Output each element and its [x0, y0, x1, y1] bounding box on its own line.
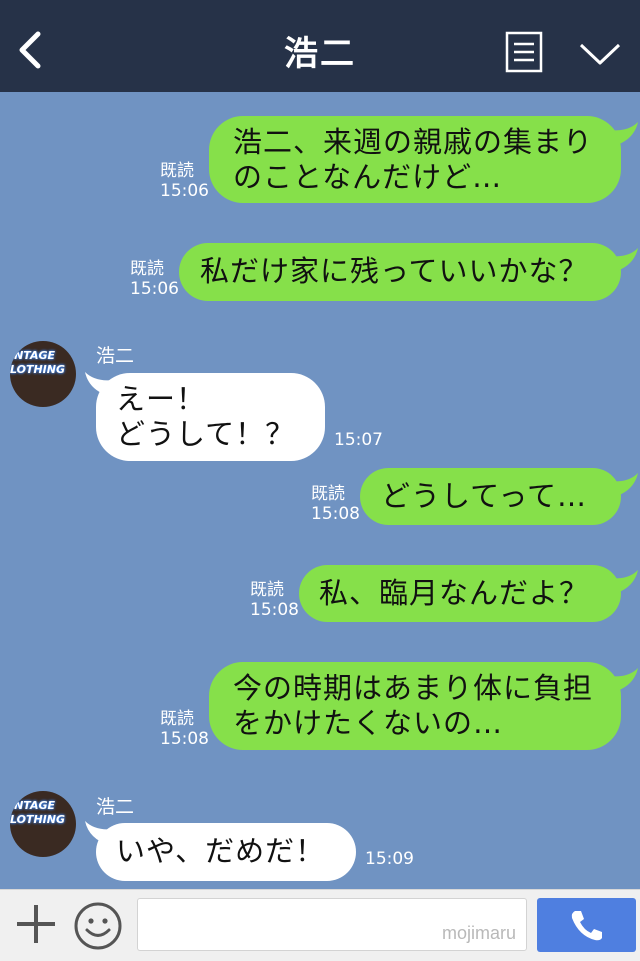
- message-time: 15:09: [365, 849, 414, 869]
- read-receipt: 既読: [250, 580, 284, 600]
- chat-title: 浩二: [284, 34, 356, 74]
- message-text-line: 今の時期はあまり体に負担: [233, 671, 594, 705]
- phone-icon: [571, 911, 602, 941]
- message-text-line: いや、だめだ！: [116, 834, 326, 868]
- call-button[interactable]: [537, 898, 636, 952]
- message-text-line: 私、臨月なんだよ？: [319, 576, 590, 610]
- message-text-line: えー！: [116, 382, 207, 416]
- sender-name: 浩二: [96, 345, 135, 367]
- read-receipt: 既読: [160, 709, 194, 729]
- bubble-tail: [610, 570, 638, 594]
- bubble-tail: [610, 122, 638, 146]
- message-text-line: 浩二、来週の親戚の集まり: [233, 125, 594, 159]
- menu-icon[interactable]: [505, 31, 543, 73]
- bubble-tail: [610, 473, 638, 497]
- chevron-down-icon[interactable]: [578, 40, 622, 68]
- message-text-line: どうして！？: [116, 417, 296, 451]
- smile-icon[interactable]: [73, 901, 123, 951]
- message-time: 15:08: [311, 504, 360, 524]
- message-time: 15:06: [130, 279, 179, 299]
- message-bubble[interactable]: 浩二、来週の親戚の集まり のことなんだけど…: [209, 116, 621, 203]
- message-bubble[interactable]: 今の時期はあまり体に負担 をかけたくないの…: [209, 662, 621, 750]
- read-receipt: 既読: [130, 259, 164, 279]
- sender-name: 浩二: [96, 796, 135, 818]
- message-meta: 既読 15:08: [160, 709, 209, 749]
- chat-area[interactable]: 既読 15:06 浩二、来週の親戚の集まり のことなんだけど… 既読 15:06…: [0, 92, 640, 889]
- message-time: 15:08: [160, 729, 209, 749]
- message-input[interactable]: mojimaru: [137, 898, 527, 951]
- message-meta: 既読 15:06: [160, 161, 209, 201]
- read-receipt: 既読: [160, 161, 194, 181]
- message-bubble[interactable]: いや、だめだ！: [96, 823, 356, 881]
- read-receipt: 既読: [311, 484, 345, 504]
- message-text-line: 私だけ家に残っていいかな？: [200, 254, 589, 288]
- message-meta: 既読 15:08: [250, 580, 299, 620]
- input-bar: mojimaru: [0, 889, 640, 961]
- bubble-tail: [610, 248, 638, 272]
- avatar[interactable]: INTAGE LOTHING: [10, 341, 76, 407]
- watermark: mojimaru: [441, 923, 516, 943]
- message-time: 15:06: [160, 181, 209, 201]
- avatar[interactable]: INTAGE LOTHING: [10, 791, 76, 857]
- bubble-tail: [610, 668, 638, 692]
- chat-header: 浩二: [0, 0, 640, 92]
- message-text-line: のことなんだけど…: [233, 160, 503, 194]
- message-bubble[interactable]: 私だけ家に残っていいかな？: [179, 243, 621, 301]
- message-time: 15:08: [250, 600, 299, 620]
- message-time: 15:07: [334, 430, 383, 450]
- message-bubble[interactable]: 私、臨月なんだよ？: [299, 565, 621, 622]
- message-text-line: どうしてって…: [381, 479, 587, 513]
- message-meta: 既読 15:08: [311, 484, 360, 524]
- avatar-sign: INTAGE LOTHING: [10, 349, 66, 376]
- avatar-sign: INTAGE LOTHING: [10, 799, 66, 826]
- message-bubble[interactable]: えー！ どうして！？: [96, 373, 325, 461]
- message-meta: 既読 15:06: [130, 259, 179, 299]
- plus-icon[interactable]: [14, 902, 58, 946]
- message-text-line: をかけたくないの…: [233, 706, 504, 740]
- message-bubble[interactable]: どうしてって…: [360, 468, 621, 525]
